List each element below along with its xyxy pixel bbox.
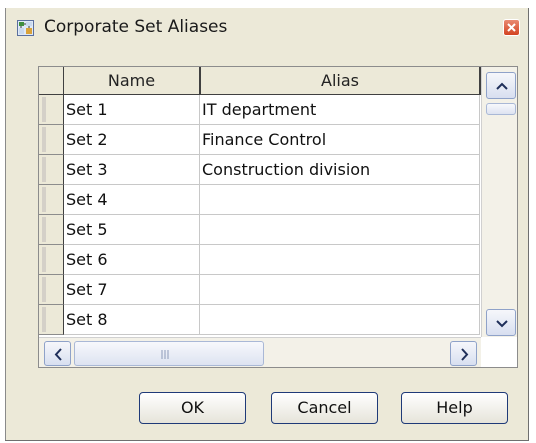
name-cell[interactable]: Set 4 xyxy=(64,185,200,215)
name-cell[interactable]: Set 5 xyxy=(64,215,200,245)
alias-cell[interactable]: Construction division xyxy=(200,155,480,185)
chevron-left-icon xyxy=(54,348,62,361)
row-header[interactable] xyxy=(39,95,64,125)
table-row: Set 3 Construction division xyxy=(39,155,480,185)
chevron-right-icon xyxy=(461,348,469,361)
row-header[interactable] xyxy=(39,275,64,305)
row-header[interactable] xyxy=(39,245,64,275)
name-cell[interactable]: Set 1 xyxy=(64,95,200,125)
chevron-down-icon xyxy=(496,320,508,328)
alias-cell[interactable] xyxy=(200,305,480,335)
aliases-table: Name Alias Set 1 IT department Set 2 Fin… xyxy=(38,66,518,368)
close-button[interactable] xyxy=(503,19,520,36)
alias-cell[interactable]: IT department xyxy=(200,95,480,125)
dialog-window: Corporate Set Aliases Name Alias Set 1 I… xyxy=(5,8,529,441)
header-corner xyxy=(39,67,64,95)
row-header[interactable] xyxy=(39,125,64,155)
alias-cell[interactable] xyxy=(200,215,480,245)
row-header[interactable] xyxy=(39,215,64,245)
ok-button[interactable]: OK xyxy=(139,392,246,424)
name-cell[interactable]: Set 3 xyxy=(64,155,200,185)
column-header-alias[interactable]: Alias xyxy=(201,67,481,95)
table-row: Set 8 xyxy=(39,305,480,335)
window-title: Corporate Set Aliases xyxy=(44,17,228,37)
table-row: Set 2 Finance Control xyxy=(39,125,480,155)
cancel-button[interactable]: Cancel xyxy=(271,392,378,424)
alias-cell[interactable] xyxy=(200,245,480,275)
name-cell[interactable]: Set 8 xyxy=(64,305,200,335)
name-cell[interactable]: Set 6 xyxy=(64,245,200,275)
table-row: Set 1 IT department xyxy=(39,95,480,125)
vertical-scrollbar[interactable] xyxy=(481,67,517,337)
alias-cell[interactable] xyxy=(200,275,480,305)
scroll-right-button[interactable] xyxy=(450,341,477,366)
column-header-name[interactable]: Name xyxy=(64,67,201,95)
table-row: Set 5 xyxy=(39,215,480,245)
row-header[interactable] xyxy=(39,305,64,335)
corporate-set-icon xyxy=(17,20,34,36)
help-button[interactable]: Help xyxy=(401,392,508,424)
table-row: Set 6 xyxy=(39,245,480,275)
alias-cell[interactable]: Finance Control xyxy=(200,125,480,155)
title-bar: Corporate Set Aliases xyxy=(6,8,528,45)
name-cell[interactable]: Set 7 xyxy=(64,275,200,305)
scroll-left-button[interactable] xyxy=(44,341,71,366)
scroll-grip-icon xyxy=(161,350,169,359)
row-header[interactable] xyxy=(39,155,64,185)
alias-cell[interactable] xyxy=(200,185,480,215)
scroll-up-button[interactable] xyxy=(486,72,516,99)
table-row: Set 7 xyxy=(39,275,480,305)
close-icon xyxy=(507,23,516,32)
horizontal-scroll-thumb[interactable] xyxy=(74,341,264,366)
horizontal-scrollbar[interactable] xyxy=(39,337,481,367)
table-row: Set 4 xyxy=(39,185,480,215)
name-cell[interactable]: Set 2 xyxy=(64,125,200,155)
vertical-scroll-thumb[interactable] xyxy=(486,103,516,115)
row-header[interactable] xyxy=(39,185,64,215)
scroll-down-button[interactable] xyxy=(486,309,516,336)
chevron-up-icon xyxy=(496,82,508,90)
